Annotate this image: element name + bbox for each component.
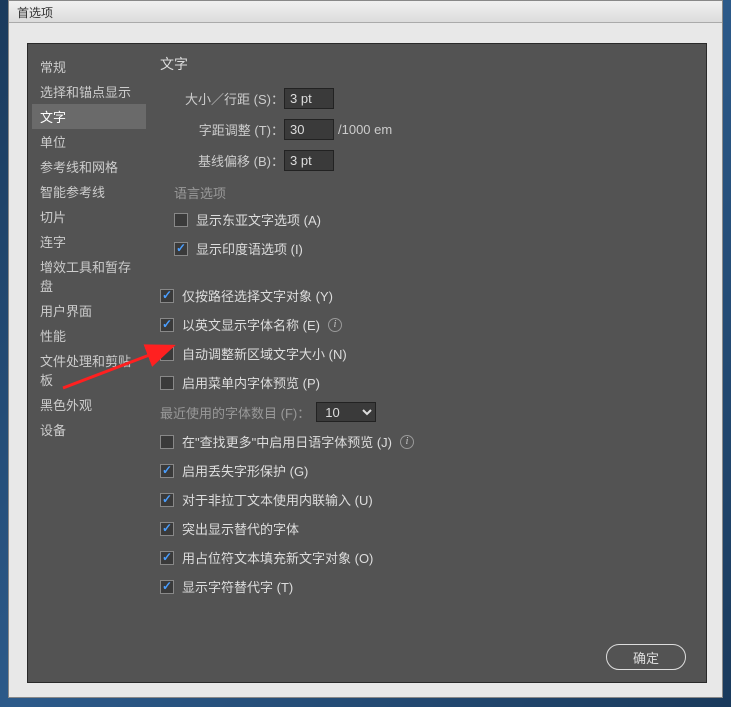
sidebar-item-performance[interactable]: 性能 (32, 323, 146, 348)
sidebar-item-selection[interactable]: 选择和锚点显示 (32, 79, 146, 104)
dialog-body: 常规 选择和锚点显示 文字 单位 参考线和网格 智能参考线 切片 连字 增效工具… (27, 43, 707, 683)
info-icon[interactable]: i (328, 318, 342, 332)
recent-fonts-label: 最近使用的字体数目 (F)： (160, 403, 310, 422)
sidebar-item-slices[interactable]: 切片 (32, 204, 146, 229)
main-panel: 文字 大小／行距 (S)： 字距调整 (T)： /1000 em 基线偏移 (B… (150, 44, 706, 682)
label-jp-preview: 在"查找更多"中启用日语字体预览 (J) (182, 432, 392, 451)
size-leading-input[interactable] (284, 88, 334, 109)
sidebar-item-type[interactable]: 文字 (32, 104, 146, 129)
recent-fonts-select[interactable]: 10 (316, 402, 376, 422)
sidebar-item-general[interactable]: 常规 (32, 54, 146, 79)
checkbox-path-only[interactable] (160, 289, 174, 303)
baseline-input[interactable] (284, 150, 334, 171)
checkbox-english-font[interactable] (160, 318, 174, 332)
checkbox-auto-size[interactable] (160, 347, 174, 361)
label-menu-preview: 启用菜单内字体预览 (P) (182, 373, 320, 392)
checkbox-placeholder[interactable] (160, 551, 174, 565)
sidebar-item-plugins[interactable]: 增效工具和暂存盘 (32, 254, 146, 298)
tracking-label: 字距调整 (T)： (180, 120, 284, 139)
label-english-font: 以英文显示字体名称 (E) (182, 315, 320, 334)
label-missing-glyph: 启用丢失字形保护 (G) (182, 461, 308, 480)
tracking-suffix: /1000 em (338, 122, 392, 137)
language-group-title: 语言选项 (174, 183, 686, 202)
sidebar-item-guides[interactable]: 参考线和网格 (32, 154, 146, 179)
checkbox-jp-preview[interactable] (160, 435, 174, 449)
checkbox-east-asian[interactable] (174, 213, 188, 227)
checkbox-indic[interactable] (174, 242, 188, 256)
sidebar-item-ui[interactable]: 用户界面 (32, 298, 146, 323)
label-east-asian: 显示东亚文字选项 (A) (196, 210, 321, 229)
sidebar-item-hyphenation[interactable]: 连字 (32, 229, 146, 254)
window-titlebar: 首选项 (9, 1, 722, 23)
checkbox-menu-preview[interactable] (160, 376, 174, 390)
checkbox-missing-glyph[interactable] (160, 464, 174, 478)
sidebar-item-devices[interactable]: 设备 (32, 417, 146, 442)
tracking-input[interactable] (284, 119, 334, 140)
preferences-window: 首选项 常规 选择和锚点显示 文字 单位 参考线和网格 智能参考线 切片 连字 … (8, 0, 723, 698)
sidebar: 常规 选择和锚点显示 文字 单位 参考线和网格 智能参考线 切片 连字 增效工具… (28, 44, 150, 682)
sidebar-item-black[interactable]: 黑色外观 (32, 392, 146, 417)
window-title: 首选项 (17, 6, 53, 20)
checkbox-inline-input[interactable] (160, 493, 174, 507)
baseline-label: 基线偏移 (B)： (180, 151, 284, 170)
label-alt-glyph: 显示字符替代字 (T) (182, 577, 293, 596)
sidebar-item-smart-guides[interactable]: 智能参考线 (32, 179, 146, 204)
sidebar-item-units[interactable]: 单位 (32, 129, 146, 154)
label-path-only: 仅按路径选择文字对象 (Y) (182, 286, 333, 305)
sidebar-item-file-clipboard[interactable]: 文件处理和剪贴板 (32, 348, 146, 392)
checkbox-highlight-alt[interactable] (160, 522, 174, 536)
info-icon[interactable]: i (400, 435, 414, 449)
size-leading-label: 大小／行距 (S)： (174, 89, 284, 108)
checkbox-alt-glyph[interactable] (160, 580, 174, 594)
label-placeholder: 用占位符文本填充新文字对象 (O) (182, 548, 373, 567)
label-auto-size: 自动调整新区域文字大小 (N) (182, 344, 347, 363)
label-indic: 显示印度语选项 (I) (196, 239, 303, 258)
label-inline-input: 对于非拉丁文本使用内联输入 (U) (182, 490, 373, 509)
label-highlight-alt: 突出显示替代的字体 (182, 519, 299, 538)
panel-title: 文字 (160, 54, 686, 74)
ok-button[interactable]: 确定 (606, 644, 686, 670)
